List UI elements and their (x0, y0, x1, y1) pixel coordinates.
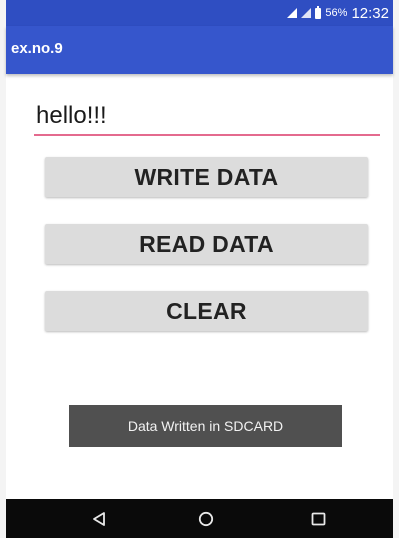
clear-button[interactable]: CLEAR (45, 291, 368, 331)
recent-apps-icon[interactable] (311, 512, 326, 526)
status-time: 12:32 (351, 4, 389, 22)
screen-edge-right (393, 0, 399, 538)
battery-icon (315, 5, 322, 19)
app-bar: ex.no.9 (6, 26, 393, 74)
signal-icon (301, 8, 312, 18)
status-bar: 56% 12:32 (6, 0, 393, 26)
signal-icon (287, 8, 298, 18)
input-underline (34, 134, 380, 136)
text-input-container (34, 98, 380, 136)
screen-edge-left (0, 0, 6, 538)
back-icon[interactable] (91, 511, 107, 527)
app-title: ex.no.9 (11, 40, 63, 57)
toast-message: Data Written in SDCARD (69, 405, 342, 447)
home-icon[interactable] (198, 511, 214, 527)
text-input[interactable] (34, 98, 380, 134)
write-data-button[interactable]: WRITE DATA (45, 157, 368, 197)
phone-screen: 56% 12:32 ex.no.9 WRITE DATA READ DATA C… (0, 0, 399, 538)
navigation-bar (6, 499, 393, 538)
battery-percent: 56% (325, 7, 348, 19)
read-data-button[interactable]: READ DATA (45, 224, 368, 264)
status-indicators: 56% 12:32 (287, 0, 389, 26)
